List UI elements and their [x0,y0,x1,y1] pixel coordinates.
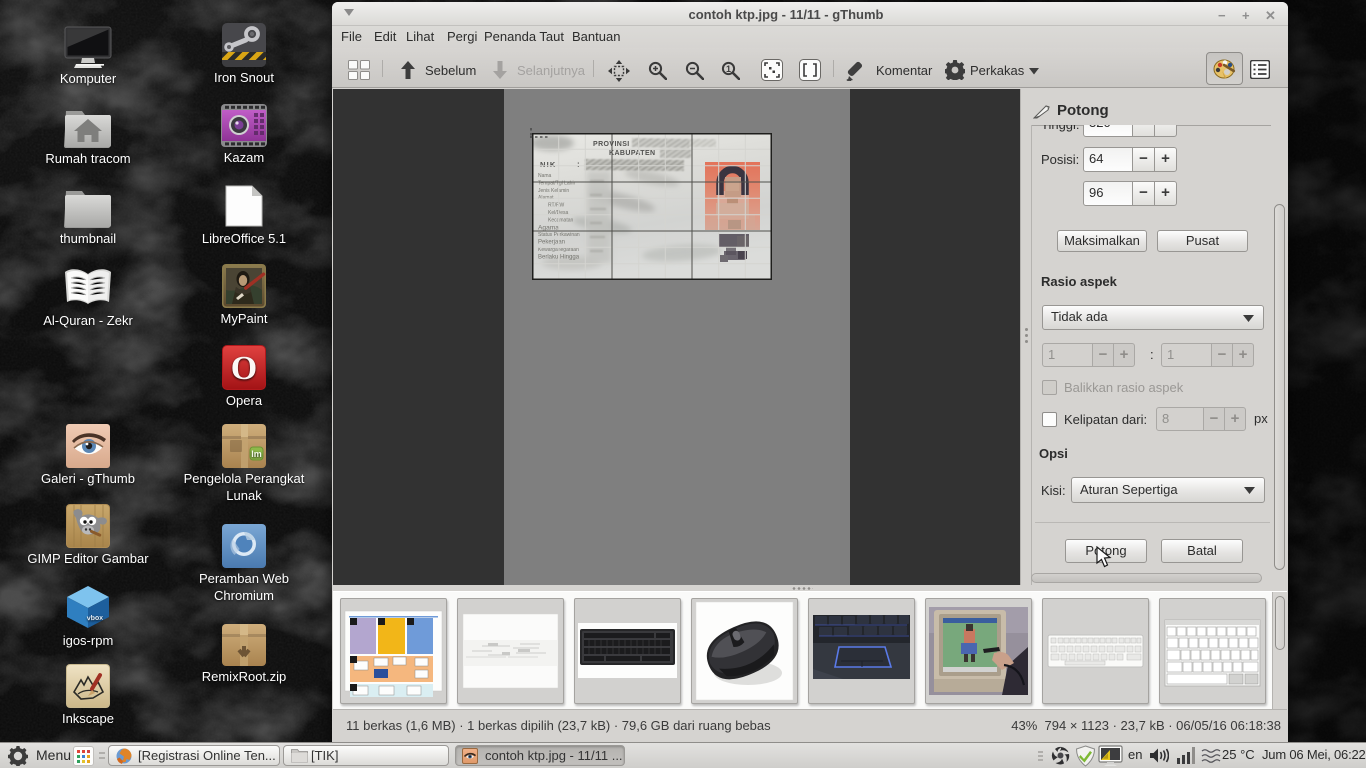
svg-text:1: 1 [726,64,731,74]
svg-text:Kecamatan: Kecamatan [548,217,574,223]
svg-text:lm: lm [251,449,262,459]
svg-text:Tempat/Tgl Lahir: Tempat/Tgl Lahir [538,180,576,186]
svg-text:Nama: Nama [538,173,552,179]
svg-text:Pekerjaan: Pekerjaan [538,240,565,246]
svg-text:Jenis Kelamin: Jenis Kelamin [538,188,569,194]
svg-text:KABUPATEN: KABUPATEN [609,150,656,157]
svg-text:Agama: Agama [538,224,559,231]
svg-text:NIK: NIK [540,160,557,169]
svg-text:vbox: vbox [87,615,104,623]
svg-text::: : [577,160,580,169]
svg-text:O: O [231,350,257,387]
svg-text:RT/RW: RT/RW [548,203,564,209]
svg-text:PROVINSI: PROVINSI [593,141,630,148]
